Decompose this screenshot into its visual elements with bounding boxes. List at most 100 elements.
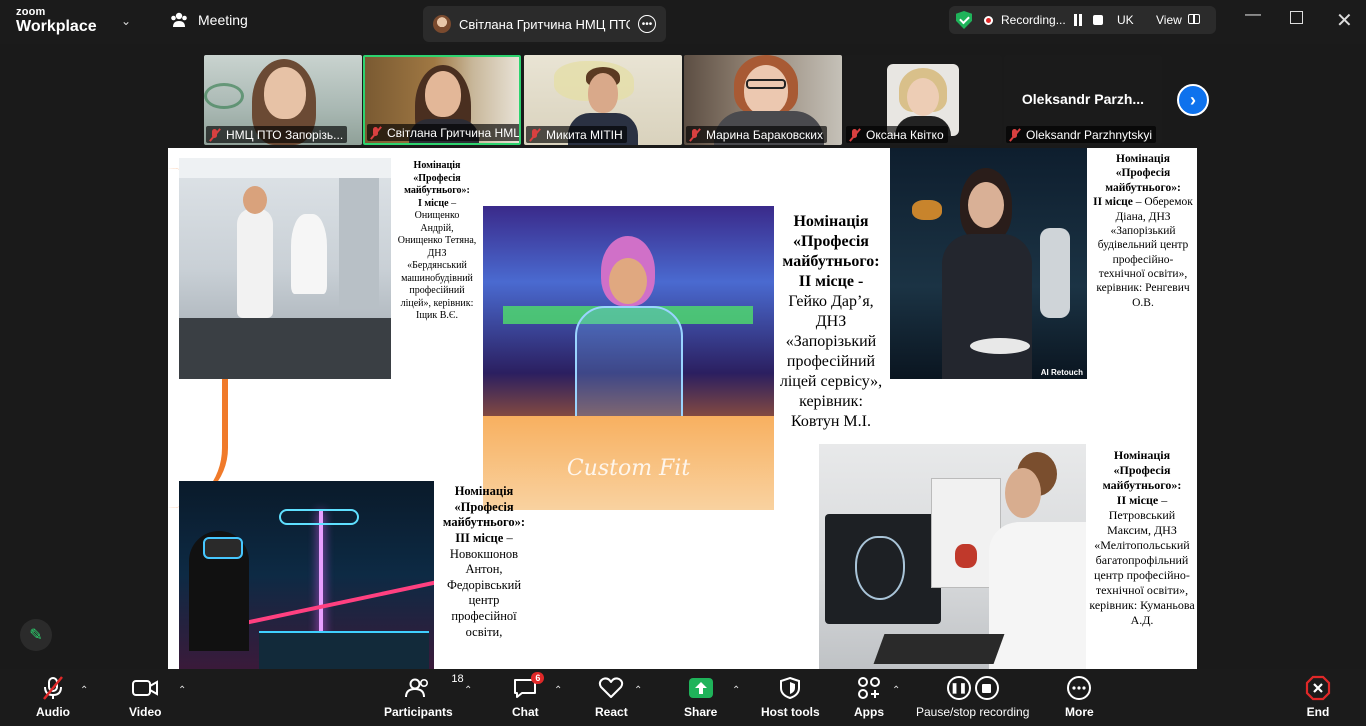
chat-badge: 6	[531, 672, 545, 684]
lab-coat	[237, 208, 273, 318]
image-custom-fit: Custom Fit	[483, 206, 774, 510]
participant-strip: НМЦ ПТО Запорізь... Світлана Гритчина НМ…	[0, 44, 1366, 148]
robot-arm	[1040, 228, 1070, 318]
apps-icon	[857, 675, 881, 701]
language-indicator[interactable]: UK	[1117, 13, 1134, 27]
participant-tile[interactable]: Микита МІТІН	[524, 55, 682, 145]
body	[942, 234, 1032, 379]
chat-options-chevron-icon[interactable]: ⌃	[554, 685, 562, 696]
caption-place: ІІІ місце	[455, 530, 504, 545]
share-label: Share	[684, 705, 718, 719]
neon-road	[240, 580, 434, 626]
mic-muted-icon	[40, 675, 66, 701]
workbench	[179, 318, 391, 379]
react-label: React	[595, 705, 628, 719]
pause-recording-icon[interactable]	[1073, 14, 1083, 26]
video-button[interactable]: Video	[129, 675, 161, 719]
image-lab-scientist	[179, 158, 391, 379]
participant-label: Марина Бараковских	[686, 126, 827, 143]
chat-icon: 6	[512, 672, 545, 701]
active-speaker-name: Світлана Гритчина НМЦ ПТО у З	[459, 16, 630, 32]
shared-screen: Номінація «Професія майбутнього»: І місц…	[168, 148, 1197, 669]
plate	[970, 338, 1030, 354]
printed-heart	[955, 544, 977, 568]
audio-button[interactable]: Audio	[36, 675, 70, 719]
share-button[interactable]: Share	[684, 675, 717, 719]
caption-nomination: Номінація «Професія майбутнього:	[782, 213, 880, 270]
glasses	[746, 79, 786, 89]
caption-place: ІІ місце -	[798, 273, 864, 290]
mic-muted-icon	[208, 128, 222, 142]
participant-label: Oleksandr Parzhnytskyi	[1006, 126, 1157, 143]
face	[243, 186, 267, 214]
close-icon[interactable]: ✕	[1336, 8, 1353, 33]
apps-button[interactable]: Apps	[854, 675, 884, 719]
caption-nomination: Номінація «Професія майбутнього»:	[1102, 448, 1182, 492]
restore-icon[interactable]	[1290, 11, 1303, 24]
face	[1005, 468, 1041, 518]
caption-text: – Новокшонов Антон, Федорівський центр п…	[446, 530, 522, 639]
pause-icon: ❚❚	[946, 676, 971, 700]
more-label: More	[1065, 705, 1094, 719]
active-speaker-pill[interactable]: Світлана Гритчина НМЦ ПТО у З •••	[423, 6, 666, 42]
stop-recording-icon[interactable]	[1093, 15, 1103, 25]
end-label: End	[1306, 705, 1330, 719]
caption-text: Гейко Дар’я, ДНЗ «Запорізький професійни…	[779, 293, 883, 430]
recording-controls: ❚❚	[946, 675, 999, 701]
recording-status: Recording...	[1001, 13, 1066, 27]
meeting-toolbar: Audio ⌃ Video ⌃ 18 Participants ⌃ 6 Chat…	[0, 669, 1366, 726]
pause-stop-label: Pause/stop recording	[916, 705, 1030, 719]
apps-options-chevron-icon[interactable]: ⌃	[892, 685, 900, 696]
host-tools-button[interactable]: Host tools	[761, 675, 820, 719]
pause-stop-recording-button[interactable]: ❚❚ Pause/stop recording	[916, 675, 1029, 719]
participant-name: Марина Бараковских	[706, 127, 823, 142]
annotate-pencil-icon[interactable]: ✎	[20, 619, 52, 651]
participant-tile[interactable]: Оксана Квітко	[844, 55, 1002, 145]
more-button[interactable]: More	[1065, 675, 1094, 719]
participant-tile[interactable]: НМЦ ПТО Запорізь...	[204, 55, 362, 145]
caption-nomination: Номінація «Професія майбутнього»:	[404, 160, 470, 196]
participant-name: НМЦ ПТО Запорізь...	[226, 127, 344, 142]
caption-second-place-bottom: Номінація «Професія майбутнього»: ІІ міс…	[1088, 448, 1196, 628]
participant-display-name: Oleksandr Parzh...	[1021, 91, 1145, 107]
chat-button[interactable]: 6 Chat	[512, 672, 545, 719]
participants-label: Participants	[384, 705, 453, 719]
caption-second-place-center: Номінація «Професія майбутнього: ІІ місц…	[778, 212, 884, 432]
next-page-button[interactable]: ›	[1177, 84, 1209, 116]
more-options-icon[interactable]: •••	[638, 15, 656, 33]
participants-count: 18	[451, 673, 464, 685]
machinery	[339, 178, 379, 308]
image-ai-retouch: AI Retouch	[890, 148, 1087, 379]
view-button[interactable]: View	[1156, 13, 1182, 27]
participant-tile[interactable]: Oleksandr Parzh... Oleksandr Parzhnytsky…	[1004, 55, 1162, 145]
video-options-chevron-icon[interactable]: ⌃	[178, 685, 186, 696]
minimize-icon[interactable]: —	[1245, 6, 1261, 24]
participant-name: Oleksandr Parzhnytskyi	[1026, 127, 1153, 142]
share-options-chevron-icon[interactable]: ⌃	[732, 685, 740, 696]
shield-icon	[779, 675, 801, 701]
face	[264, 67, 306, 119]
brand-large: Workplace	[16, 18, 97, 35]
host-tools-label: Host tools	[761, 705, 820, 719]
mic-muted-icon	[1008, 128, 1022, 142]
audio-options-chevron-icon[interactable]: ⌃	[80, 685, 88, 696]
participants-button[interactable]: 18 Participants	[384, 673, 464, 719]
participant-tile[interactable]: Марина Бараковских	[684, 55, 842, 145]
participant-label: Світлана Гритчина НМЦ...	[367, 124, 519, 141]
end-meeting-button[interactable]: End	[1305, 675, 1331, 719]
chevron-down-icon[interactable]: ⌄	[121, 14, 131, 28]
app-logo[interactable]: zoom Workplace	[16, 7, 97, 35]
participant-tile-active[interactable]: Світлана Гритчина НМЦ...	[363, 55, 521, 145]
react-button[interactable]: React	[595, 675, 628, 719]
grid-view-icon[interactable]	[1188, 14, 1200, 24]
video-camera-icon	[131, 675, 159, 701]
mic-muted-icon	[688, 128, 702, 142]
participants-options-chevron-icon[interactable]: ⌃	[464, 685, 472, 696]
participant-label: НМЦ ПТО Запорізь...	[206, 126, 348, 143]
meeting-label: Meeting	[198, 12, 248, 28]
stop-icon	[974, 676, 999, 700]
share-screen-icon	[688, 675, 714, 701]
meeting-button[interactable]: Meeting	[170, 12, 248, 28]
image-vr-city	[179, 481, 434, 669]
react-options-chevron-icon[interactable]: ⌃	[634, 685, 642, 696]
